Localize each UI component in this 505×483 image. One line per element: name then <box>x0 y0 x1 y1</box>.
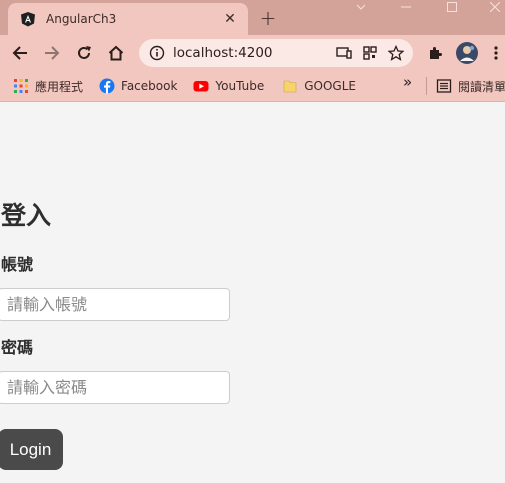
folder-icon <box>282 78 298 94</box>
home-icon[interactable] <box>102 39 130 67</box>
close-window-icon[interactable] <box>480 0 505 14</box>
page-content: 登入 帳號 密碼 Login <box>0 102 505 483</box>
profile-avatar[interactable] <box>453 39 481 67</box>
bookmark-apps[interactable]: 應用程式 <box>9 74 87 98</box>
bookmark-facebook[interactable]: Facebook <box>95 74 181 98</box>
bookmark-google-folder[interactable]: GOOGLE <box>278 74 360 98</box>
reload-icon[interactable] <box>70 39 98 67</box>
back-arrow-icon[interactable] <box>6 39 34 67</box>
apps-grid-icon <box>13 78 29 94</box>
bookmark-label: Facebook <box>121 79 178 93</box>
qr-code-icon[interactable] <box>357 40 383 66</box>
bookmarks-bar: 應用程式 Facebook YouTube GOOGLE » 閱讀清單 <box>0 71 505 101</box>
tab-strip: AngularCh3 ✕ + <box>0 0 505 35</box>
username-input[interactable] <box>0 288 230 321</box>
bookmark-label: GOOGLE <box>304 79 356 93</box>
bookmark-star-icon[interactable] <box>383 40 409 66</box>
reading-list-icon <box>436 78 452 94</box>
bookmark-label: YouTube <box>215 79 265 93</box>
username-label: 帳號 <box>1 255 34 274</box>
reading-list[interactable]: 閱讀清單 <box>432 74 505 98</box>
site-info-icon[interactable] <box>149 45 165 61</box>
tab-search-chevron-icon[interactable] <box>346 0 376 14</box>
menu-kebab-icon[interactable] <box>487 39 505 67</box>
angular-logo-icon <box>20 11 36 27</box>
login-button[interactable]: Login <box>0 429 63 470</box>
password-label: 密碼 <box>1 338 34 357</box>
facebook-icon <box>99 78 115 94</box>
more-bookmarks-chevron-icon[interactable]: » <box>403 73 412 91</box>
url-text[interactable]: localhost:4200 <box>173 45 331 61</box>
bookmarks-divider <box>426 77 427 95</box>
forward-arrow-icon[interactable] <box>38 39 66 67</box>
new-tab-button[interactable]: + <box>256 6 280 30</box>
password-input[interactable] <box>0 371 230 404</box>
bookmark-label: 應用程式 <box>35 79 84 94</box>
maximize-icon[interactable] <box>437 0 467 14</box>
browser-tab-active[interactable]: AngularCh3 ✕ <box>8 3 248 35</box>
extensions-puzzle-icon[interactable] <box>421 39 449 67</box>
minimize-icon[interactable] <box>391 0 421 14</box>
address-bar[interactable]: localhost:4200 <box>139 39 413 67</box>
youtube-icon <box>193 78 209 94</box>
tab-title: AngularCh3 <box>46 12 117 26</box>
bookmark-youtube[interactable]: YouTube <box>189 74 268 98</box>
cast-icon[interactable] <box>331 40 357 66</box>
reading-list-label: 閱讀清單 <box>458 79 505 94</box>
page-title: 登入 <box>1 201 52 230</box>
mouse-cursor-icon <box>271 477 281 483</box>
close-tab-icon[interactable]: ✕ <box>220 9 240 29</box>
browser-toolbar: localhost:4200 <box>0 35 505 71</box>
